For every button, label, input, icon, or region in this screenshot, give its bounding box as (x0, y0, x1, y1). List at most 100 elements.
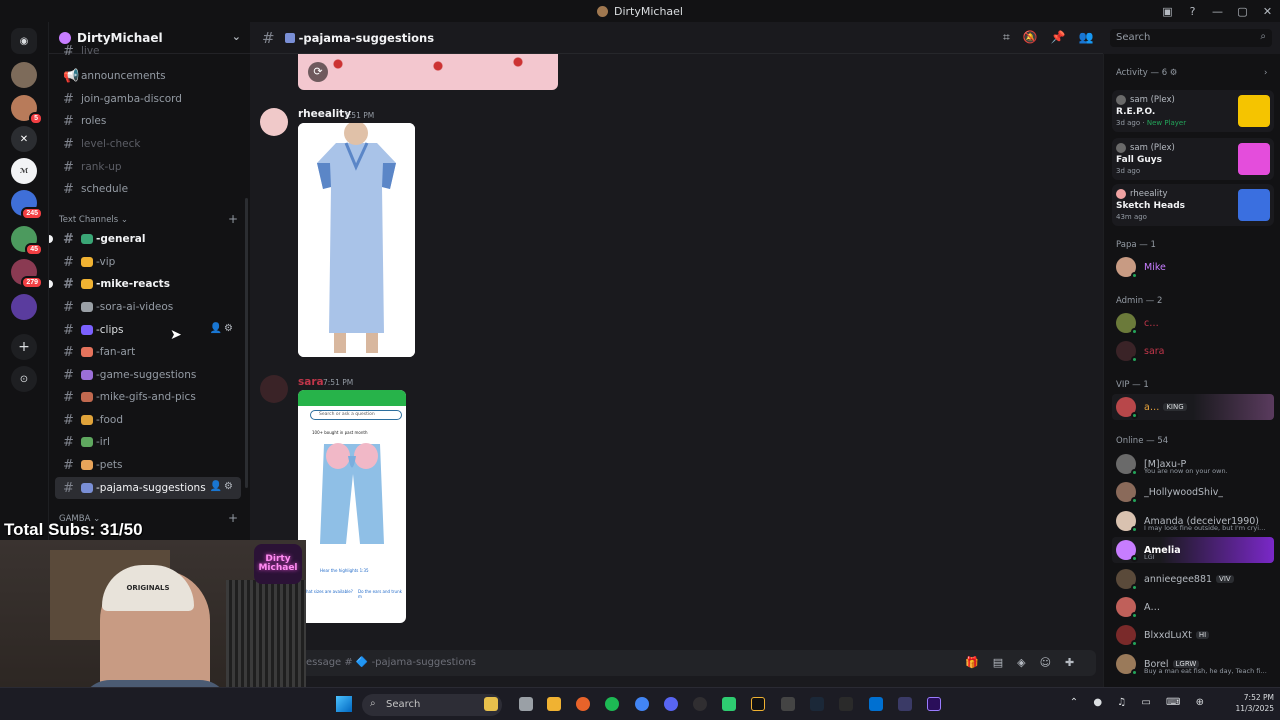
member-item[interactable]: Amanda (deceiver1990) I may look fine ou… (1112, 508, 1274, 534)
member-item[interactable]: c… (1112, 310, 1274, 336)
channel-settings-icon[interactable]: 👤⚙ (210, 323, 235, 334)
channel-item[interactable]: # -food (55, 409, 241, 431)
avatar (1116, 597, 1138, 619)
firefox-icon[interactable] (576, 697, 590, 711)
channel-item[interactable]: # -clips 👤⚙ (55, 319, 241, 341)
activity-card[interactable]: sam (Plex) Fall Guys 3d ago (1112, 138, 1274, 180)
channel-item[interactable]: # level-check (55, 133, 241, 155)
channel-item[interactable]: # -mike-reacts (49, 273, 241, 295)
refresh-icon[interactable]: ⟳ (308, 62, 328, 82)
create-channel-icon[interactable]: + (228, 511, 238, 525)
activity-header[interactable]: Activity — 6 ⚙ (1116, 68, 1177, 78)
channel-item[interactable]: # rank-up (55, 156, 241, 178)
threads-icon[interactable]: ⌗ (1003, 30, 1010, 45)
image-attachment[interactable]: Search or ask a question 100+ bought in … (298, 390, 406, 623)
channel-item[interactable]: # -pets (55, 454, 241, 476)
mute-bell-icon[interactable]: 🔕 (1023, 30, 1038, 45)
gif-icon[interactable]: ▤ (993, 656, 1003, 669)
channel-item[interactable]: # -vip (55, 251, 241, 273)
channel-item[interactable]: # live (55, 44, 241, 58)
image-attachment[interactable]: ⟳ (298, 54, 558, 90)
channel-settings-icon[interactable]: 👤⚙ (210, 481, 235, 492)
server-avatar-1[interactable] (11, 62, 37, 88)
member-item[interactable]: Mike (1112, 254, 1274, 280)
taskbar-widget-icon[interactable] (484, 697, 498, 711)
app-icon[interactable] (869, 697, 883, 711)
chevron-down-icon[interactable]: ⌄ (232, 30, 241, 43)
file-explorer-icon[interactable] (547, 697, 561, 711)
system-tray[interactable]: ⌃ ● ♫ ▭ ⌨ ⊕ (1070, 697, 1210, 708)
channel-item[interactable]: # -general (49, 228, 241, 250)
app-icon[interactable] (781, 697, 795, 711)
spotify-icon[interactable] (605, 697, 619, 711)
minimize-button[interactable]: — (1205, 0, 1230, 22)
windows-start-icon[interactable] (336, 696, 352, 712)
search-input[interactable]: Search ⌕ (1110, 29, 1272, 47)
avatar (1116, 482, 1138, 504)
help-icon[interactable]: ? (1180, 0, 1205, 22)
avatar (1116, 341, 1138, 363)
server-avatar-4[interactable]: ℳ (11, 158, 37, 184)
emoji-icon[interactable]: ☺ (1040, 656, 1051, 669)
channel-item[interactable]: # join-gamba-discord (55, 88, 241, 110)
discover-icon[interactable]: ⊙ (11, 366, 37, 392)
message-author[interactable]: sara (298, 376, 324, 388)
member-item[interactable]: a… KING (1112, 394, 1274, 420)
task-view-icon[interactable] (519, 697, 533, 711)
members-icon[interactable]: 👥 (1079, 30, 1094, 45)
chevron-right-icon[interactable]: › (1264, 68, 1267, 78)
member-item[interactable]: sara (1112, 338, 1274, 364)
member-item[interactable]: Borel LGRW Buy a man eat fish, he day, T… (1112, 651, 1274, 677)
discord-home-icon[interactable]: ◉ (11, 28, 37, 54)
channel-item[interactable]: # -game-suggestions (55, 364, 241, 386)
taskbar-search[interactable]: ⌕ Search (362, 694, 502, 716)
clock[interactable]: 7:52 PM 11/3/2025 (1236, 692, 1274, 714)
premiere-icon[interactable] (927, 697, 941, 711)
server-avatar-3[interactable]: ✕ (11, 126, 37, 152)
member-item[interactable]: BlxxdLuXt HI (1112, 622, 1274, 648)
app-icon[interactable] (898, 697, 912, 711)
gift-icon[interactable]: 🎁 (965, 656, 979, 669)
channel-item[interactable]: # -sora-ai-videos (55, 296, 241, 318)
discord-icon[interactable] (664, 697, 678, 711)
channel-item[interactable]: # -mike-gifs-and-pics (55, 386, 241, 408)
image-attachment[interactable] (298, 123, 415, 357)
unread-badge: 245 (21, 207, 43, 220)
app-icon[interactable] (751, 697, 765, 711)
member-item[interactable]: [M]axu-P You are now on your own. (1112, 451, 1274, 477)
channel-item[interactable]: # -fan-art (55, 341, 241, 363)
epic-games-icon[interactable] (839, 697, 853, 711)
member-item[interactable]: _HollywoodShiv_ (1112, 479, 1274, 505)
sidebar-scrollbar[interactable] (245, 198, 248, 488)
steam-icon[interactable] (810, 697, 824, 711)
inbox-icon[interactable]: ▣ (1155, 0, 1180, 22)
activity-card[interactable]: rheeality Sketch Heads 43m ago (1112, 184, 1274, 226)
member-item[interactable]: Amelia LGI (1112, 537, 1274, 563)
channel-item[interactable]: 📢 announcements (55, 65, 241, 87)
obs-icon[interactable] (693, 697, 707, 711)
sticker-icon[interactable]: ◈ (1017, 656, 1025, 669)
chrome-icon[interactable] (635, 697, 649, 711)
channel-item[interactable]: # roles (55, 110, 241, 132)
pin-icon[interactable]: 📌 (1051, 30, 1066, 45)
maximize-button[interactable]: ▢ (1230, 0, 1255, 22)
create-channel-icon[interactable]: + (228, 212, 238, 226)
avatar[interactable] (260, 108, 288, 136)
server-avatar-6[interactable]: 45 (11, 226, 43, 256)
category-text-channels[interactable]: Text Channels ⌄ (59, 215, 128, 225)
server-avatar-8[interactable] (11, 294, 37, 320)
server-avatar-2[interactable]: 5 (11, 95, 43, 125)
app-icon[interactable] (722, 697, 736, 711)
channel-item-active[interactable]: # -pajama-suggestions 👤⚙ (55, 477, 241, 499)
apps-icon[interactable]: ✚ (1065, 656, 1074, 669)
member-item[interactable]: A… (1112, 594, 1274, 620)
member-item[interactable]: annieegee881 VIV (1112, 566, 1274, 592)
avatar[interactable] (260, 375, 288, 403)
server-avatar-7[interactable]: 279 (11, 259, 43, 289)
channel-item[interactable]: # schedule (55, 178, 241, 200)
add-server-icon[interactable]: + (11, 334, 37, 360)
activity-card[interactable]: sam (Plex) R.E.P.O. 3d ago · New Player (1112, 90, 1274, 132)
close-button[interactable]: ✕ (1255, 0, 1280, 22)
server-avatar-5[interactable]: 245 (11, 190, 43, 220)
channel-item[interactable]: # -irl (55, 431, 241, 453)
